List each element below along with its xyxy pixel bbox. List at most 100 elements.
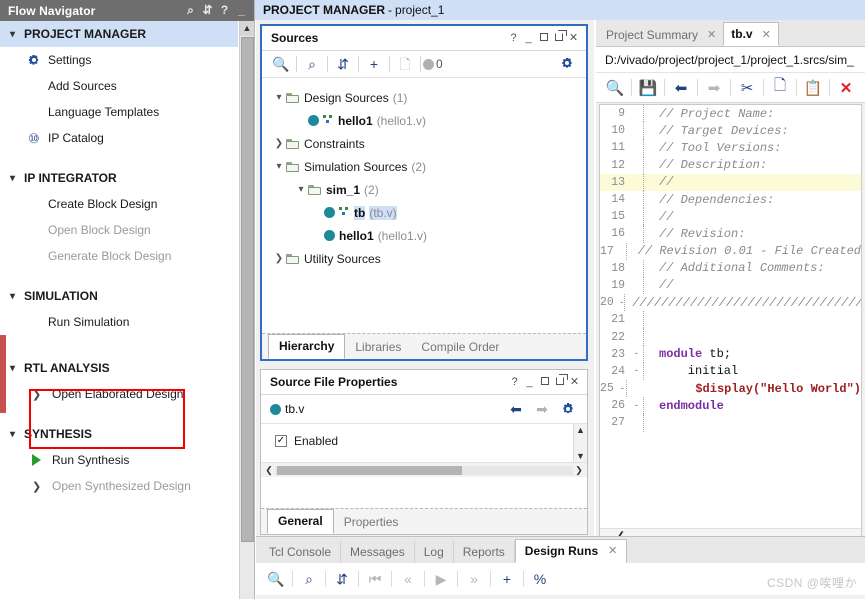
redo-icon[interactable]: ➡ bbox=[699, 79, 729, 97]
save-icon[interactable]: 💾 bbox=[633, 79, 663, 97]
chevron-down-icon[interactable]: ▾ bbox=[272, 161, 286, 172]
close-icon[interactable]: ✕ bbox=[762, 28, 771, 41]
tab-reports[interactable]: Reports bbox=[454, 541, 515, 563]
expand-all-icon[interactable]: ⇵ bbox=[330, 51, 356, 78]
sidebar-section-rtl-analysis[interactable]: ▾ RTL ANALYSIS bbox=[0, 355, 238, 381]
tab-messages[interactable]: Messages bbox=[341, 541, 415, 563]
sidebar-item-run-synthesis[interactable]: Run Synthesis bbox=[0, 447, 238, 473]
gear-icon[interactable] bbox=[555, 401, 581, 417]
tab-compile-order[interactable]: Compile Order bbox=[411, 336, 509, 359]
minimize-icon[interactable]: _ bbox=[521, 26, 536, 51]
sidebar-item-run-simulation[interactable]: Run Simulation bbox=[0, 309, 238, 335]
play-icon[interactable]: ▶ bbox=[427, 571, 455, 588]
fold-marker[interactable]: - bbox=[630, 349, 643, 359]
tab-log[interactable]: Log bbox=[415, 541, 454, 563]
close-icon[interactable]: ✕ bbox=[707, 28, 716, 41]
float-icon[interactable] bbox=[552, 370, 568, 395]
maximize-icon[interactable] bbox=[536, 26, 551, 51]
sidebar-item-create-block-design[interactable]: Create Block Design bbox=[0, 191, 238, 217]
tree-node-sim-1[interactable]: ▾ sim_1 (2) bbox=[272, 178, 586, 201]
minimize-icon[interactable]: _ bbox=[233, 0, 250, 21]
cut-icon[interactable]: ✂ bbox=[732, 79, 762, 97]
float-icon[interactable] bbox=[551, 26, 567, 51]
sidebar-section-synthesis[interactable]: ▾ SYNTHESIS bbox=[0, 421, 238, 447]
sfp-vertical-scrollbar[interactable]: ▲ ▼ bbox=[573, 424, 587, 462]
delete-icon[interactable]: ✕ bbox=[831, 79, 861, 97]
help-icon[interactable]: ? bbox=[507, 370, 522, 395]
expand-all-icon[interactable]: ⇵ bbox=[328, 571, 356, 588]
tab-libraries[interactable]: Libraries bbox=[345, 336, 411, 359]
sfp-horizontal-scrollbar[interactable]: ❮ ❯ bbox=[261, 462, 587, 477]
enabled-checkbox-row[interactable]: ✓ Enabled bbox=[261, 424, 587, 448]
scroll-left-arrow-icon[interactable]: ❮ bbox=[263, 465, 275, 476]
undo-icon[interactable]: ⬅ bbox=[666, 79, 696, 97]
plus-icon[interactable]: + bbox=[493, 571, 521, 587]
prev-icon[interactable]: « bbox=[394, 571, 422, 587]
tab-general[interactable]: General bbox=[267, 509, 334, 534]
tab-tcl-console[interactable]: Tcl Console bbox=[260, 541, 342, 563]
sidebar-item-open-elaborated-design[interactable]: ❯ Open Elaborated Design bbox=[0, 381, 238, 407]
tree-node-design-sources[interactable]: ▾ Design Sources (1) bbox=[272, 86, 586, 109]
search-icon[interactable]: 🔍 bbox=[600, 79, 630, 97]
scrollbar-trough[interactable] bbox=[275, 465, 573, 475]
chevron-right-icon[interactable]: ❯ bbox=[272, 138, 286, 149]
gear-icon[interactable] bbox=[554, 51, 580, 78]
tree-node-tb-selected[interactable]: tb (tb.v) bbox=[272, 201, 586, 224]
tree-node-simulation-sources[interactable]: ▾ Simulation Sources (2) bbox=[272, 155, 586, 178]
collapse-all-icon[interactable]: ⌕ bbox=[182, 0, 199, 21]
close-icon[interactable]: ✕ bbox=[567, 370, 582, 395]
collapse-all-icon[interactable]: ⌕ bbox=[299, 51, 325, 78]
scroll-up-arrow-icon[interactable]: ▲ bbox=[240, 21, 254, 36]
search-icon[interactable]: 🔍 bbox=[268, 51, 294, 78]
code-lines[interactable]: 9 // Project Name: 10 // Target Devices: 1… bbox=[600, 105, 861, 527]
sidebar-item-generate-block-design[interactable]: Generate Block Design bbox=[0, 243, 238, 269]
back-arrow-icon[interactable]: ⬅ bbox=[503, 401, 529, 418]
sidebar-item-open-block-design[interactable]: Open Block Design bbox=[0, 217, 238, 243]
tab-project-summary[interactable]: Project Summary ✕ bbox=[599, 23, 723, 46]
help-icon[interactable]: ? bbox=[506, 26, 521, 51]
scroll-up-arrow-icon[interactable]: ▲ bbox=[576, 425, 585, 435]
scroll-down-arrow-icon[interactable]: ▼ bbox=[576, 451, 585, 461]
plus-icon[interactable]: + bbox=[361, 51, 387, 78]
scrollbar-thumb[interactable] bbox=[241, 37, 254, 542]
sidebar-item-open-synthesized-design[interactable]: ❯ Open Synthesized Design bbox=[0, 473, 238, 499]
chevron-down-icon[interactable]: ▾ bbox=[272, 92, 286, 103]
report-icon[interactable]: 🗋 bbox=[392, 51, 418, 78]
tree-node-hello1-design[interactable]: hello1 (hello1.v) bbox=[272, 109, 586, 132]
forward-arrow-icon[interactable]: ➡ bbox=[529, 401, 555, 418]
code-editor[interactable]: 9 // Project Name: 10 // Target Devices: 1… bbox=[599, 104, 862, 544]
sidebar-item-ip-catalog[interactable]: ⑩ IP Catalog bbox=[0, 125, 238, 151]
close-icon[interactable]: ✕ bbox=[566, 26, 581, 51]
maximize-icon[interactable] bbox=[537, 370, 552, 395]
fold-marker[interactable]: - bbox=[630, 366, 643, 376]
tab-tb-v[interactable]: tb.v ✕ bbox=[723, 22, 779, 46]
collapse-all-icon[interactable]: ⌕ bbox=[295, 571, 323, 588]
next-icon[interactable]: » bbox=[460, 571, 488, 587]
tab-hierarchy[interactable]: Hierarchy bbox=[268, 334, 346, 359]
minimize-icon[interactable]: _ bbox=[522, 370, 537, 395]
sidebar-item-settings[interactable]: Settings bbox=[0, 47, 238, 73]
chevron-right-icon[interactable]: ❯ bbox=[272, 253, 286, 264]
percent-icon[interactable]: % bbox=[526, 571, 554, 587]
close-icon[interactable]: ✕ bbox=[608, 540, 617, 562]
tree-node-utility-sources[interactable]: ❯ Utility Sources bbox=[272, 247, 586, 270]
help-icon[interactable]: ? bbox=[216, 0, 233, 21]
sidebar-section-ip-integrator[interactable]: ▾ IP INTEGRATOR bbox=[0, 165, 238, 191]
flow-navigator-scrollbar[interactable]: ▲ bbox=[239, 21, 254, 599]
paste-icon[interactable]: 📋 bbox=[798, 79, 828, 97]
scroll-right-arrow-icon[interactable]: ❯ bbox=[573, 465, 585, 476]
copy-icon[interactable]: 🗋 bbox=[765, 75, 795, 100]
search-icon[interactable]: 🔍 bbox=[262, 571, 290, 588]
sidebar-section-project-manager[interactable]: ▾ PROJECT MANAGER bbox=[0, 21, 238, 47]
enabled-checkbox[interactable]: ✓ bbox=[275, 435, 287, 447]
expand-collapse-icon[interactable]: ⇵ bbox=[199, 0, 216, 21]
fold-marker[interactable]: - bbox=[630, 401, 643, 411]
sidebar-item-add-sources[interactable]: Add Sources bbox=[0, 73, 238, 99]
tab-properties[interactable]: Properties bbox=[334, 511, 409, 534]
fold-marker[interactable]: - bbox=[619, 384, 626, 394]
sidebar-item-language-templates[interactable]: Language Templates bbox=[0, 99, 238, 125]
tab-design-runs[interactable]: Design Runs ✕ bbox=[514, 539, 628, 563]
sidebar-section-simulation[interactable]: ▾ SIMULATION bbox=[0, 283, 238, 309]
tree-node-constraints[interactable]: ❯ Constraints bbox=[272, 132, 586, 155]
scrollbar-thumb[interactable] bbox=[277, 465, 462, 475]
